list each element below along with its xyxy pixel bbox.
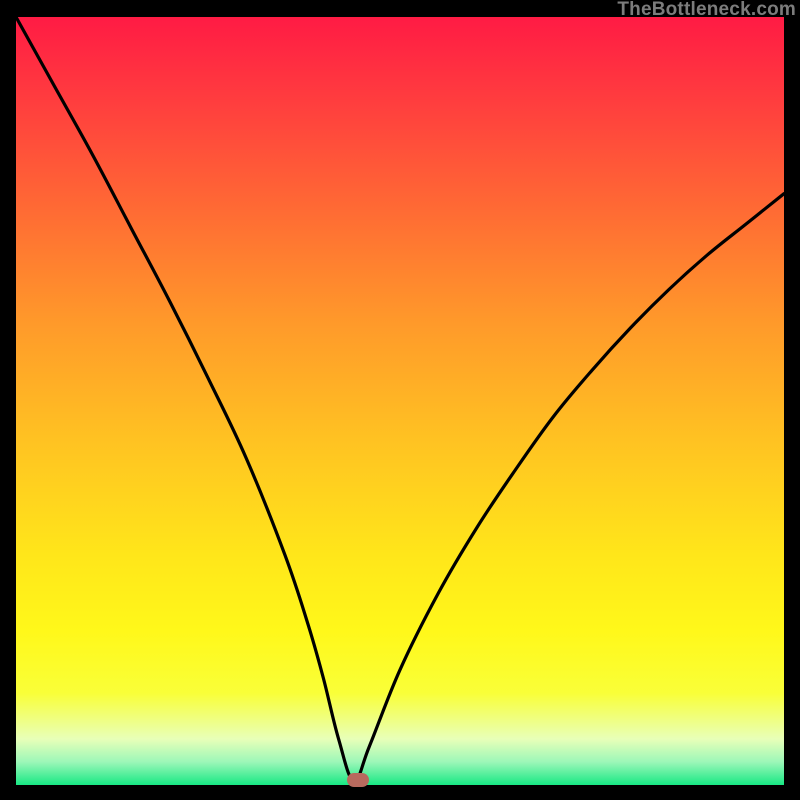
chart-background-gradient: [16, 17, 784, 785]
chart-frame: [16, 17, 784, 785]
optimum-marker: [347, 773, 369, 787]
